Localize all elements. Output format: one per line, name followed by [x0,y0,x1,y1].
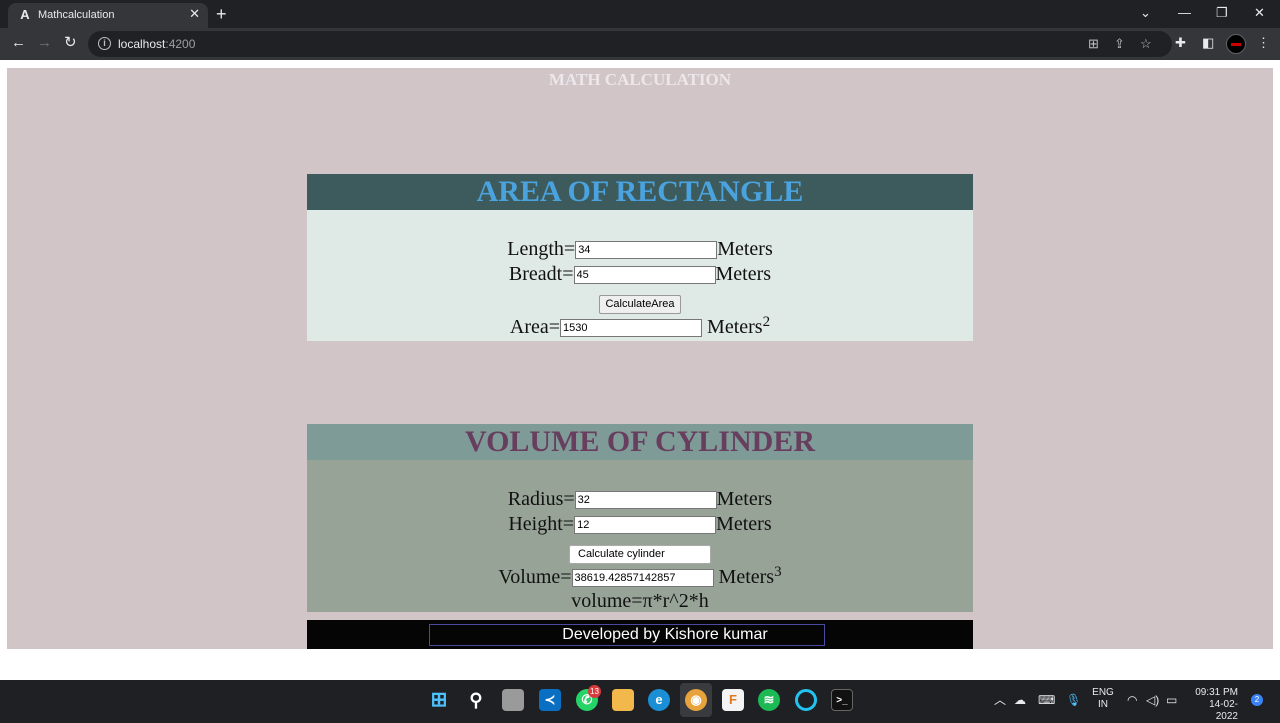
wifi-icon[interactable]: ◠ [1127,692,1137,708]
cylinder-heading: VOLUME OF CYLINDER [307,424,973,460]
translate-icon[interactable]: ⊞ [1088,36,1099,52]
start-windows-icon[interactable]: ⊞ [428,689,450,711]
battery-icon[interactable]: ▭ [1166,692,1177,708]
height-input[interactable] [574,516,717,535]
volume-icon[interactable]: ◁) [1146,692,1159,708]
breadth-row: Breadt= Meters [307,263,973,285]
site-info-icon[interactable]: i [98,37,111,50]
radius-row: Radius= Meters [307,488,973,510]
onedrive-icon[interactable]: ☁ [1014,692,1026,708]
page-title: MATH CALCULATION [548,70,732,89]
formula-text: volume=π*r^2*h [571,590,709,612]
new-tab-icon[interactable]: + [216,4,227,24]
area-output[interactable] [560,319,703,338]
height-unit: Meters [716,513,772,535]
breadth-unit: Meters [715,263,772,285]
address-bar[interactable]: i localhost:4200 ⊞ ⇪ ☆ [88,31,1172,57]
language-indicator[interactable]: ENG IN [1092,687,1114,711]
cylinder-card: VOLUME OF CYLINDER Radius= Meters Height=… [307,424,973,612]
rectangle-heading: AREA OF RECTANGLE [307,174,973,210]
back-icon[interactable]: ← [11,34,26,52]
volume-label: Volume= [498,566,572,588]
menu-kebab-icon[interactable]: ⋮ [1257,35,1270,51]
bookmark-star-icon[interactable]: ☆ [1140,36,1152,52]
length-label: Length= [507,238,576,260]
height-row: Height= Meters [307,513,973,535]
length-unit: Meters [717,238,773,260]
height-label: Height= [508,513,575,535]
calculate-cylinder-row: Calculate cylinder [307,540,973,564]
area-row: Area= Meters2 [307,314,973,339]
volume-output[interactable] [571,569,714,588]
forward-icon[interactable]: → [37,34,52,52]
volume-row: Volume= Meters3 [307,564,973,589]
url-text: localhost:4200 [118,37,196,51]
app-page: MATH CALCULATION AREA OF RECTANGLE Lengt… [7,68,1273,649]
tab-title: Mathcalculation [38,9,115,21]
region-code: IN [1098,699,1108,710]
clock-time: 09:31 PM [1195,687,1238,698]
volume-unit: Meters [718,566,775,588]
notification-badge[interactable]: 2 [1251,694,1263,706]
rectangle-card: AREA OF RECTANGLE Length= Meters Breadt= M… [307,174,973,341]
area-label: Area= [509,316,561,338]
edge-icon[interactable]: e [648,689,670,711]
terminal-icon[interactable]: >_ [831,689,853,711]
restore-icon[interactable]: ❐ [1216,4,1228,22]
extensions-icon[interactable]: ✚ [1175,35,1186,51]
spotify-icon[interactable]: ≋ [758,689,780,711]
windows-taskbar: ⊞ ⚲ ≺ ✆ 13 e ◉ F ≋ >_ ︿ ☁ ⌨ 🎙 ENG IN ◠ ◁… [0,680,1280,723]
area-unit: Meters [707,316,763,338]
minimize-icon[interactable]: — [1178,4,1191,22]
browser-viewport: MATH CALCULATION AREA OF RECTANGLE Lengt… [0,60,1280,680]
radius-unit: Meters [716,488,773,510]
browser-tab-bar: A Mathcalculation ✕ + ⌄ — ❐ ✕ [0,0,1280,28]
radius-input[interactable] [574,491,717,510]
office-icon[interactable]: F [722,689,744,711]
radius-label: Radius= [507,488,575,510]
length-input[interactable] [575,241,718,260]
breadth-label: Breadt= [508,263,574,285]
system-clock[interactable]: 09:31 PM 14-02-2022 [1188,687,1238,723]
length-row: Length= Meters [307,238,973,260]
task-view-icon[interactable] [502,689,524,711]
calculate-cylinder-button[interactable]: Calculate cylinder [569,544,711,564]
rectangle-form: Length= Meters Breadt= Meters CalculateAre… [307,210,973,341]
microphone-icon[interactable]: 🎙 [1066,692,1081,708]
angular-favicon-icon: A [20,7,30,22]
calculate-area-row: CalculateArea [307,290,973,314]
search-icon[interactable]: ⚲ [465,689,487,711]
share-icon[interactable]: ⇪ [1114,36,1125,52]
file-explorer-icon[interactable] [612,689,634,711]
reload-icon[interactable]: ↻ [64,34,77,52]
cylinder-form: Radius= Meters Height= Meters Calculate cy… [307,460,973,612]
tab-search-icon[interactable]: ⌄ [1140,4,1151,22]
profile-avatar[interactable] [1226,34,1246,54]
window-close-icon[interactable]: ✕ [1254,4,1265,22]
footer-text: Developed by Kishore kumar [562,626,768,643]
page-footer: Developed by Kishore kumar [307,620,973,649]
volume-exponent: 3 [774,564,782,580]
vscode-icon[interactable]: ≺ [539,689,561,711]
clock-date: 14-02-2022 [1209,699,1238,722]
browser-tab[interactable]: A Mathcalculation ✕ [8,3,208,28]
whatsapp-badge: 13 [588,685,601,698]
alexa-icon[interactable] [795,689,817,711]
calculate-area-button[interactable]: CalculateArea [599,294,681,314]
keyboard-icon[interactable]: ⌨ [1038,692,1055,708]
area-exponent: 2 [762,314,771,330]
tab-close-icon[interactable]: ✕ [189,6,200,22]
side-panel-icon[interactable]: ◧ [1202,35,1214,51]
browser-toolbar: ← → ↻ i localhost:4200 ⊞ ⇪ ☆ ✚ ◧ ⋮ [0,28,1280,60]
language-code: ENG [1092,687,1114,698]
chrome-icon[interactable]: ◉ [685,689,707,711]
tray-overflow-icon[interactable]: ︿ [994,692,1006,708]
breadth-input[interactable] [573,266,716,285]
